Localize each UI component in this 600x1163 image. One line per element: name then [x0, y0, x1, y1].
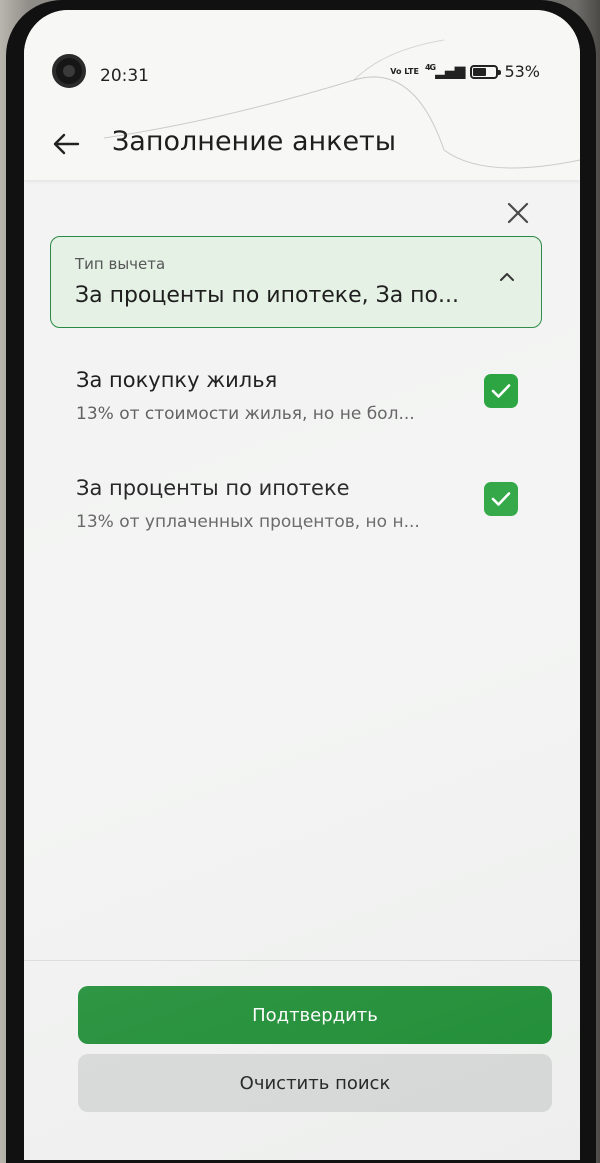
clear-search-button[interactable]: Очистить поиск [78, 1054, 552, 1112]
close-svg [507, 202, 529, 224]
status-bar: 20:31 Vo LTE 4G▂▄▆ 53% [24, 10, 580, 122]
option-mortgage-interest[interactable]: За проценты по ипотеке 13% от уплаченных… [76, 476, 526, 546]
bottom-divider [24, 960, 580, 961]
checkbox-mortgage-interest[interactable] [484, 482, 518, 516]
battery-icon [470, 64, 502, 79]
checkmark-icon [491, 492, 511, 506]
close-icon[interactable] [502, 200, 534, 232]
signal-icon: 4G▂▄▆ [424, 63, 465, 80]
deduction-type-select[interactable]: Тип вычета За проценты по ипотеке, За по… [50, 236, 542, 328]
confirm-button[interactable]: Подтвердить [78, 986, 552, 1044]
battery-percent: 53% [504, 62, 540, 81]
phone-screen: 20:31 Vo LTE 4G▂▄▆ 53% Заполнение анкеты [24, 10, 580, 1160]
front-camera-icon [52, 54, 86, 88]
volte-icon: Vo LTE [390, 66, 419, 76]
checkbox-home-purchase[interactable] [484, 374, 518, 408]
status-time: 20:31 [100, 66, 149, 86]
network-type-label: 4G [424, 63, 436, 73]
arrow-left-icon[interactable] [46, 124, 86, 164]
status-indicators: Vo LTE 4G▂▄▆ 53% [390, 62, 540, 81]
option-title: За проценты по ипотеке [76, 476, 350, 500]
arrow-left-svg [53, 133, 80, 155]
option-description: 13% от стоимости жилья, но не бол... [76, 404, 415, 424]
option-description: 13% от уплаченных процентов, но н... [76, 512, 420, 532]
option-title: За покупку жилья [76, 368, 278, 392]
chevron-up-icon[interactable] [497, 267, 517, 287]
option-home-purchase[interactable]: За покупку жилья 13% от стоимости жилья,… [76, 368, 526, 438]
deduction-type-value: За проценты по ипотеке, За по... [75, 283, 460, 308]
checkmark-icon [491, 384, 511, 398]
page-title: Заполнение анкеты [112, 126, 397, 157]
deduction-type-label: Тип вычета [75, 255, 166, 273]
phone-frame: 20:31 Vo LTE 4G▂▄▆ 53% Заполнение анкеты [6, 0, 596, 1163]
app-header: Заполнение анкеты [24, 110, 580, 180]
